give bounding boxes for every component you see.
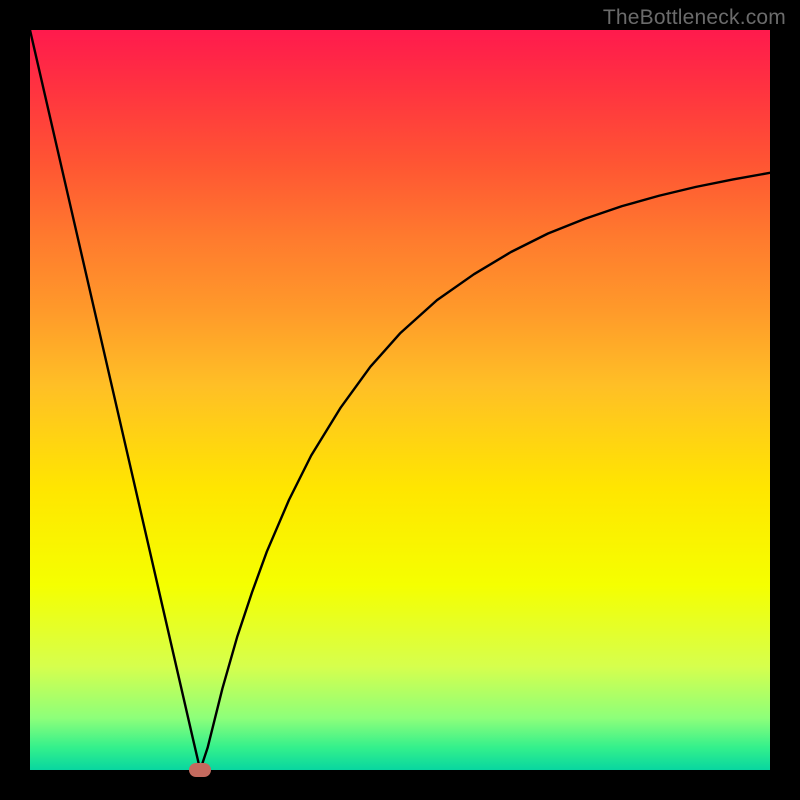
bottleneck-curve bbox=[30, 30, 770, 770]
optimum-marker bbox=[189, 763, 211, 777]
chart-frame: TheBottleneck.com bbox=[0, 0, 800, 800]
curve-layer bbox=[30, 30, 770, 770]
watermark-text: TheBottleneck.com bbox=[603, 6, 786, 30]
plot-area bbox=[30, 30, 770, 770]
